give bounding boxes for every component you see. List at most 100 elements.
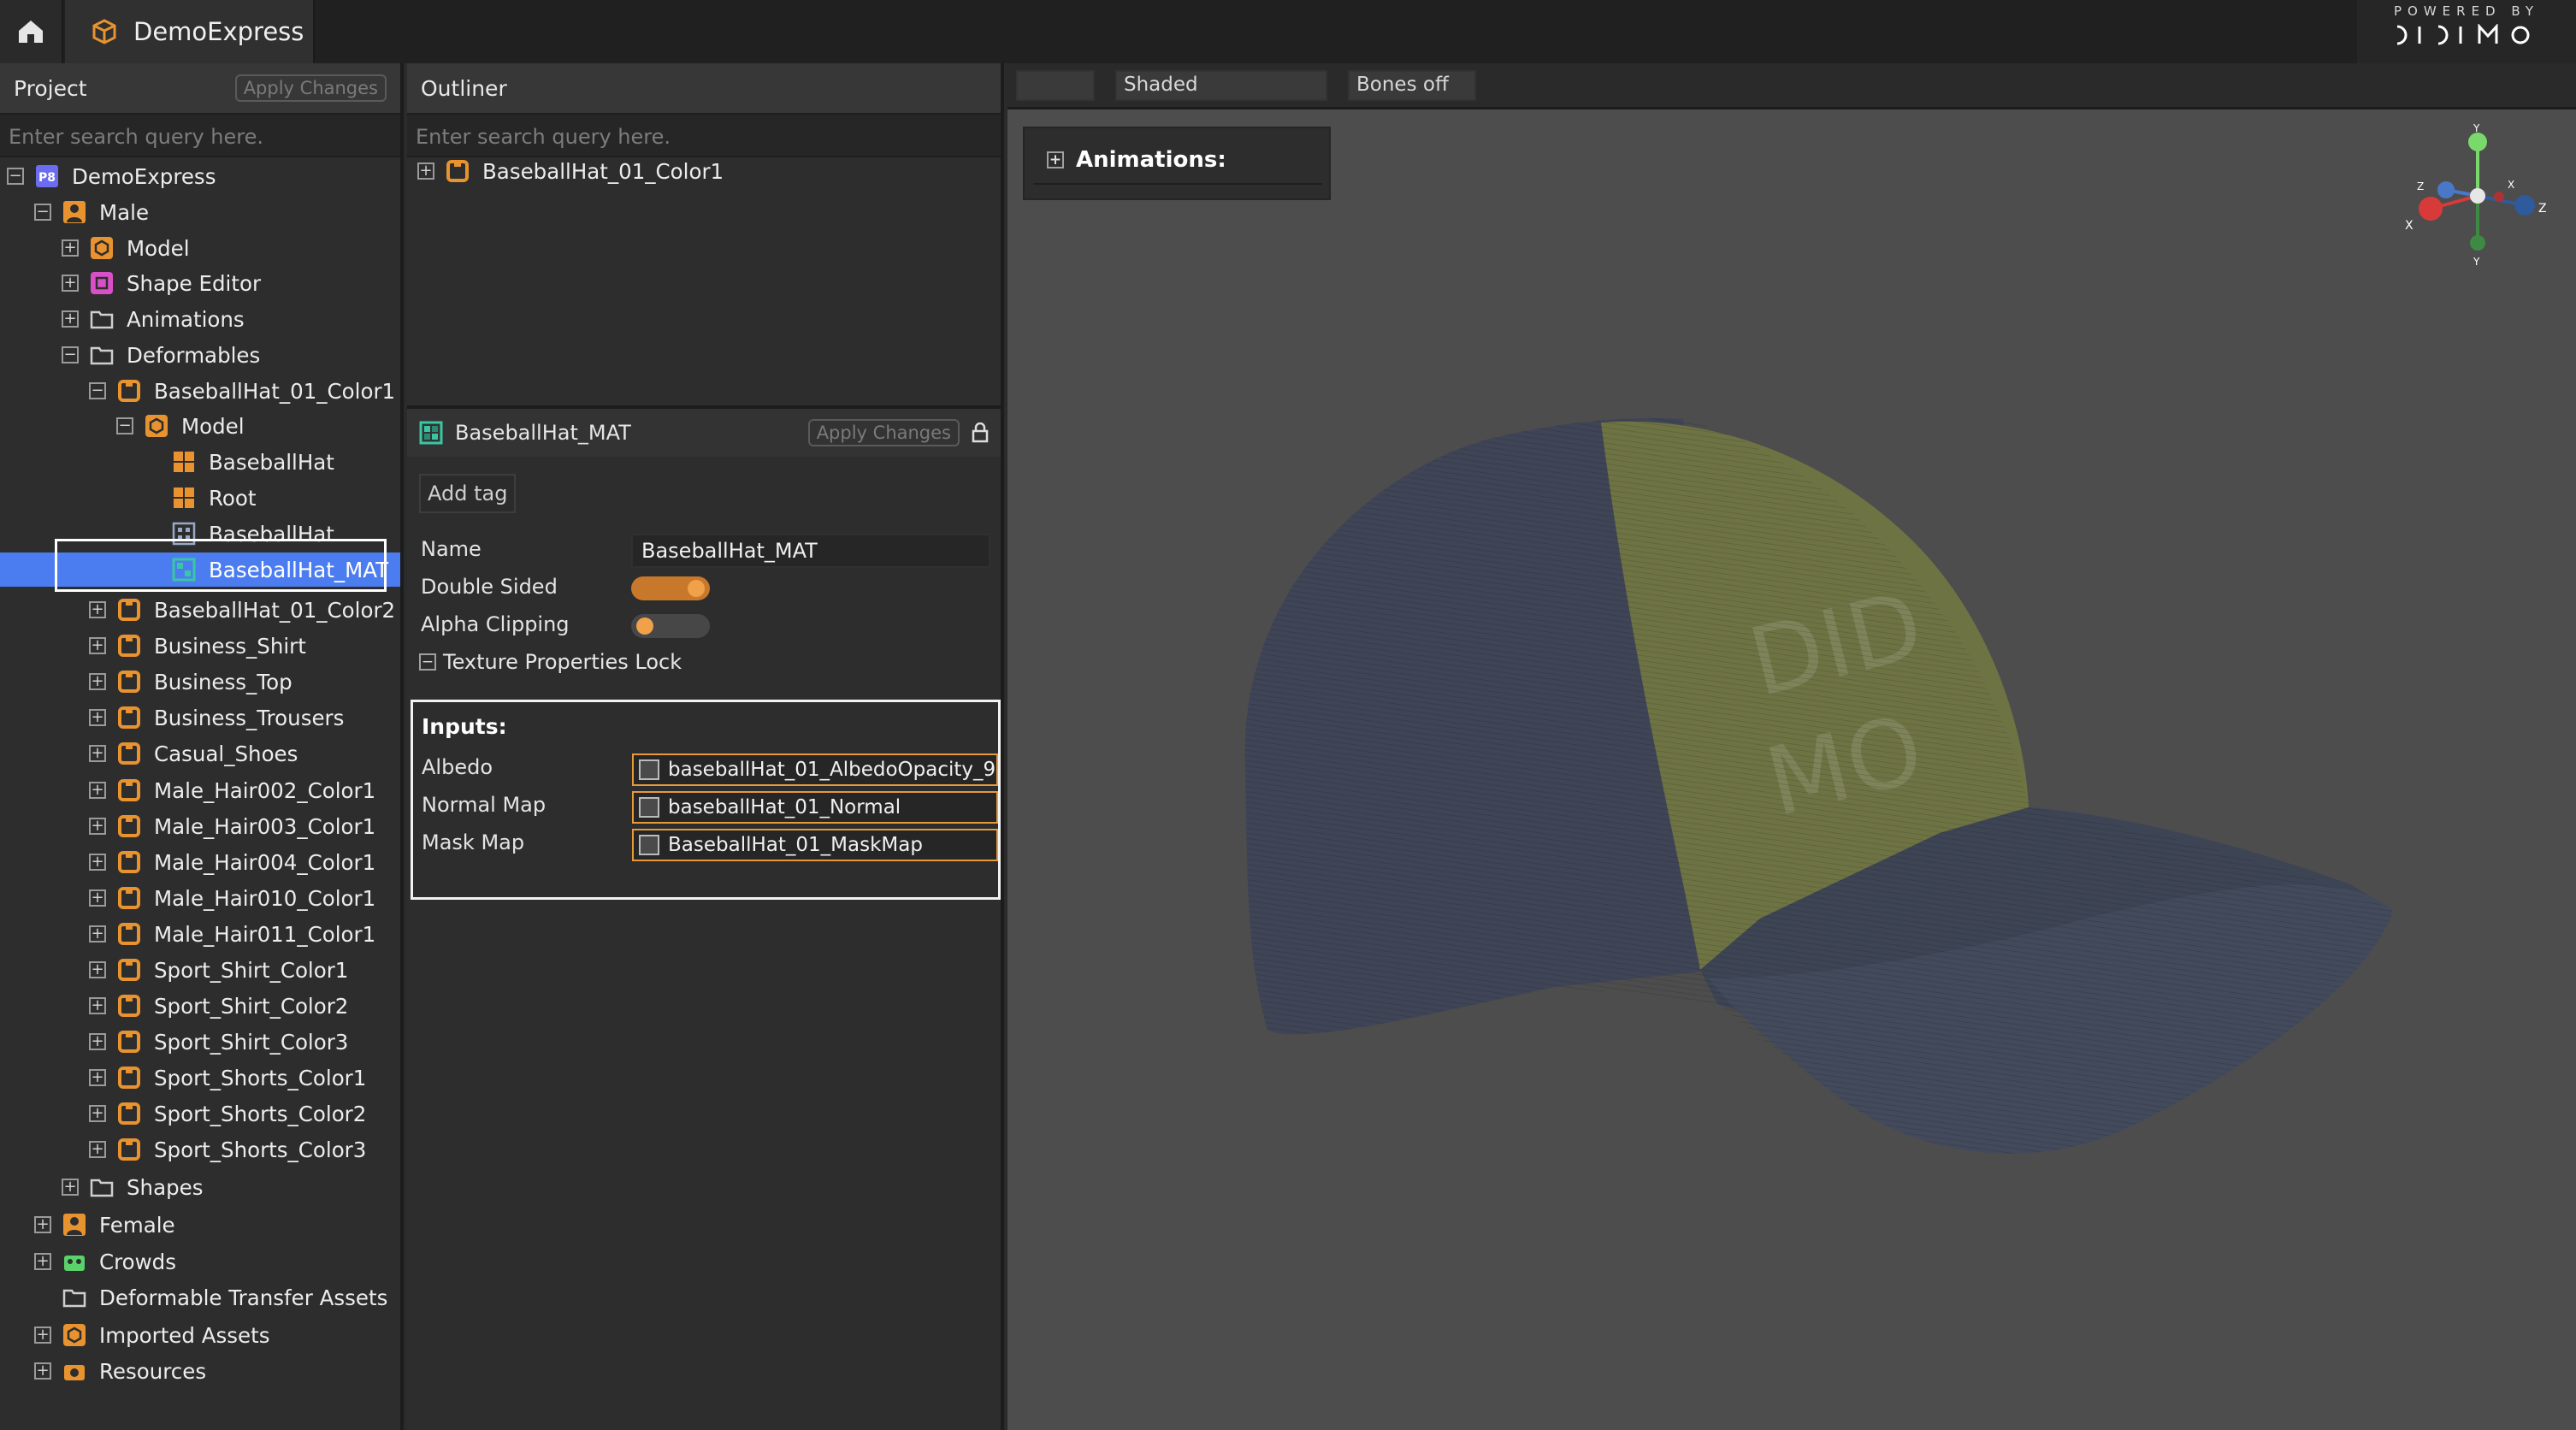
expand-icon[interactable]: + bbox=[89, 601, 106, 618]
tree-item-sport-shirt-color3[interactable]: + Sport_Shirt_Color3 bbox=[89, 1025, 348, 1059]
tree-item-male-hair011-color1[interactable]: + Male_Hair011_Color1 bbox=[89, 917, 375, 951]
tree-item-label: Deformable Transfer Assets bbox=[99, 1285, 388, 1310]
tree-item-sport-shorts-color2[interactable]: + Sport_Shorts_Color2 bbox=[89, 1096, 366, 1131]
tree-item-baseballhat-01-color2[interactable]: + BaseballHat_01_Color2 bbox=[89, 593, 395, 627]
outliner-item[interactable]: + BaseballHat_01_Color1 bbox=[417, 154, 724, 188]
home-icon bbox=[19, 21, 43, 43]
tree-item-deformable-transfer-assets[interactable]: Deformable Transfer Assets bbox=[34, 1280, 387, 1315]
expand-icon[interactable]: + bbox=[34, 1327, 51, 1344]
tree-item-casual-shoes[interactable]: + Casual_Shoes bbox=[89, 736, 298, 771]
tree-item-label: BaseballHat_01_Color2 bbox=[154, 597, 396, 623]
tree-item-male-hair003-color1[interactable]: + Male_Hair003_Color1 bbox=[89, 809, 375, 843]
add-tag-button[interactable]: Add tag bbox=[419, 474, 517, 513]
gizmo-z-neg-label: Z bbox=[2417, 180, 2424, 192]
name-field[interactable]: BaseballHat_MAT bbox=[631, 534, 990, 568]
material-panel: BaseballHat_MAT Apply Changes Add tag Na… bbox=[407, 405, 1004, 1430]
normal-map-texture-field[interactable]: baseballHat_01_Normal bbox=[632, 791, 998, 824]
expand-icon[interactable]: + bbox=[62, 310, 79, 328]
collapse-icon[interactable]: − bbox=[62, 346, 79, 363]
tree-item-label: Crowds bbox=[99, 1249, 176, 1274]
gizmo-y-neg-label: Y bbox=[2473, 256, 2480, 268]
tree-item-deformables[interactable]: − Deformables bbox=[62, 338, 260, 372]
project-icon: P8 bbox=[34, 163, 60, 189]
expand-icon[interactable]: + bbox=[89, 997, 106, 1014]
expand-icon[interactable]: + bbox=[62, 275, 79, 292]
expand-icon[interactable]: + bbox=[89, 889, 106, 907]
tree-item-demoexpress[interactable]: − P8 DemoExpress bbox=[7, 159, 216, 193]
expand-icon[interactable]: + bbox=[89, 782, 106, 799]
tree-item-sport-shorts-color1[interactable]: + Sport_Shorts_Color1 bbox=[89, 1061, 366, 1095]
expand-icon[interactable]: + bbox=[89, 637, 106, 654]
tree-item-baseballhat-mat[interactable]: BaseballHat_MAT bbox=[0, 552, 400, 587]
project-tab[interactable]: DemoExpress bbox=[65, 0, 315, 63]
tree-item-baseballhat[interactable]: BaseballHat bbox=[144, 445, 334, 479]
tree-item-animations[interactable]: + Animations bbox=[62, 302, 245, 336]
orientation-gizmo[interactable]: Y Y X Z Z X bbox=[2405, 123, 2550, 269]
tree-item-business-shirt[interactable]: + Business_Shirt bbox=[89, 629, 306, 663]
alpha-clipping-toggle[interactable] bbox=[631, 614, 710, 638]
collapse-icon[interactable]: − bbox=[116, 417, 133, 434]
tree-item-model[interactable]: + Model bbox=[62, 231, 190, 265]
tree-item-root[interactable]: Root bbox=[144, 481, 257, 515]
tree-item-business-trousers[interactable]: + Business_Trousers bbox=[89, 700, 344, 735]
project-apply-changes-button[interactable]: Apply Changes bbox=[234, 74, 387, 102]
project-tree: − P8 DemoExpress − Male + Model + Shape Editor + A… bbox=[0, 159, 400, 1425]
tree-item-label: Female bbox=[99, 1212, 175, 1238]
expand-icon[interactable]: + bbox=[89, 818, 106, 835]
tree-item-business-top[interactable]: + Business_Top bbox=[89, 665, 292, 699]
tree-item-male-hair004-color1[interactable]: + Male_Hair004_Color1 bbox=[89, 845, 375, 879]
shirt-icon bbox=[116, 1029, 142, 1055]
texture-properties-lock-row[interactable]: − Texture Properties Lock bbox=[419, 650, 682, 674]
expand-icon[interactable]: + bbox=[89, 1069, 106, 1086]
tree-item-female[interactable]: + Female bbox=[34, 1208, 175, 1242]
tree-item-sport-shirt-color2[interactable]: + Sport_Shirt_Color2 bbox=[89, 989, 348, 1023]
tree-item-male-hair010-color1[interactable]: + Male_Hair010_Color1 bbox=[89, 881, 375, 915]
gizmo-x-neg-label: X bbox=[2508, 179, 2514, 191]
mask-map-texture-field[interactable]: BaseballHat_01_MaskMap bbox=[632, 829, 998, 861]
expand-icon[interactable]: + bbox=[34, 1253, 51, 1270]
expand-icon[interactable]: + bbox=[89, 709, 106, 726]
expand-icon[interactable]: + bbox=[89, 1033, 106, 1050]
project-search-input[interactable]: Enter search query here. bbox=[0, 115, 400, 157]
tree-item-male-hair002-color1[interactable]: + Male_Hair002_Color1 bbox=[89, 773, 375, 807]
lock-icon[interactable] bbox=[972, 422, 989, 443]
tree-item-baseballhat-01-color1[interactable]: − BaseballHat_01_Color1 bbox=[89, 374, 395, 408]
viewport[interactable]: Shaded Bones off + Animations: DID MO bbox=[1007, 63, 2576, 1430]
tree-item-sport-shorts-color3[interactable]: + Sport_Shorts_Color3 bbox=[89, 1132, 366, 1167]
material-apply-changes-button[interactable]: Apply Changes bbox=[807, 419, 960, 446]
tree-item-sport-shirt-color1[interactable]: + Sport_Shirt_Color1 bbox=[89, 953, 348, 987]
expand-icon[interactable]: + bbox=[89, 854, 106, 871]
collapse-icon[interactable]: − bbox=[419, 653, 436, 671]
collapse-icon[interactable]: − bbox=[7, 168, 24, 185]
tree-item-imported-assets[interactable]: + Imported Assets bbox=[34, 1318, 269, 1352]
expand-icon[interactable]: + bbox=[89, 1141, 106, 1158]
tree-item-shapes[interactable]: + Shapes bbox=[62, 1170, 203, 1204]
expand-icon[interactable]: + bbox=[417, 162, 434, 180]
expand-icon[interactable]: + bbox=[34, 1362, 51, 1380]
expand-icon[interactable]: + bbox=[62, 239, 79, 257]
tree-item-resources[interactable]: + Resources bbox=[34, 1354, 206, 1388]
collapse-icon[interactable]: − bbox=[34, 204, 51, 221]
outliner-search-input[interactable]: Enter search query here. bbox=[407, 115, 1001, 157]
tree-item-model[interactable]: − Model bbox=[116, 409, 245, 443]
collapse-icon[interactable]: − bbox=[89, 382, 106, 399]
tree-item-shape-editor[interactable]: + Shape Editor bbox=[62, 266, 261, 300]
home-button[interactable] bbox=[0, 0, 63, 63]
albedo-texture-field[interactable]: baseballHat_01_AlbedoOpacity_9 bbox=[632, 753, 998, 786]
double-sided-label: Double Sided bbox=[421, 575, 558, 599]
tree-item-baseballhat[interactable]: BaseballHat bbox=[144, 517, 334, 551]
project-title: Project bbox=[14, 75, 87, 101]
outliner-header: Outliner bbox=[407, 63, 1001, 115]
expand-icon[interactable]: + bbox=[62, 1179, 79, 1196]
toggle-knob bbox=[688, 580, 705, 597]
tree-item-crowds[interactable]: + Crowds bbox=[34, 1244, 176, 1279]
expand-icon[interactable]: + bbox=[89, 673, 106, 690]
expand-icon[interactable]: + bbox=[89, 961, 106, 978]
tree-item-male[interactable]: − Male bbox=[34, 195, 149, 229]
expand-icon[interactable]: + bbox=[89, 925, 106, 942]
expand-icon[interactable]: + bbox=[89, 745, 106, 762]
expand-icon[interactable]: + bbox=[89, 1105, 106, 1122]
double-sided-toggle[interactable] bbox=[631, 576, 710, 600]
expand-icon[interactable]: + bbox=[34, 1216, 51, 1233]
